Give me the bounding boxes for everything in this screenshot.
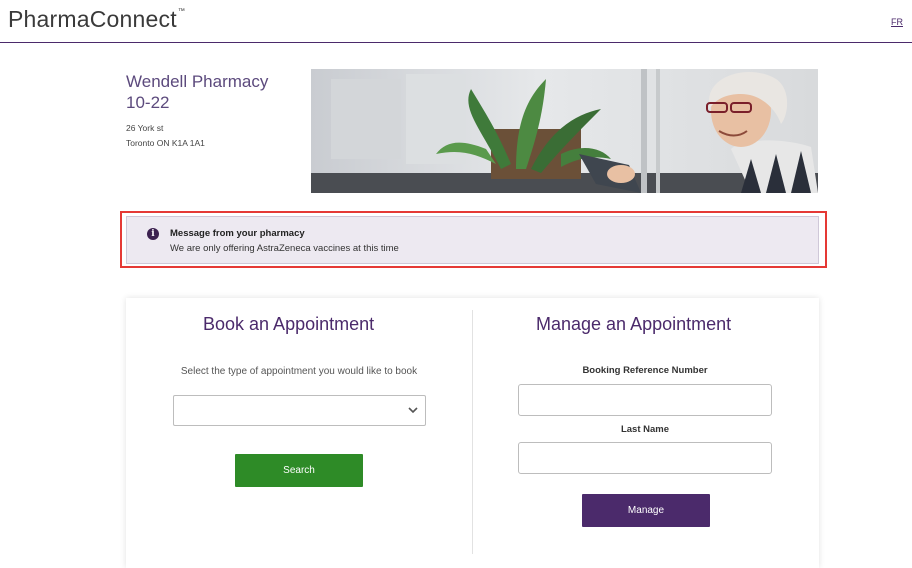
manage-button[interactable]: Manage xyxy=(582,494,710,527)
pharmacy-message-banner: i Message from your pharmacy We are only… xyxy=(126,216,819,264)
trademark-mark: ™ xyxy=(177,8,186,15)
booking-reference-input[interactable] xyxy=(518,384,772,416)
pharmacy-address-street: 26 York st xyxy=(126,123,164,133)
booking-reference-label: Booking Reference Number xyxy=(582,365,708,376)
card-divider xyxy=(472,310,473,554)
top-bar: PharmaConnect™ FR xyxy=(0,0,912,43)
pharmacy-code: 10-22 xyxy=(126,93,170,112)
last-name-input[interactable] xyxy=(518,442,772,474)
book-appointment-title: Book an Appointment xyxy=(203,314,375,334)
pharmacy-name: Wendell Pharmacy xyxy=(126,72,269,91)
appointment-card: Book an Appointment Select the type of a… xyxy=(126,298,819,568)
appointment-type-label: Select the type of appointment you would… xyxy=(180,366,418,377)
chevron-down-icon xyxy=(408,407,418,414)
hero-photo xyxy=(311,69,818,193)
message-title: Message from your pharmacy xyxy=(170,228,305,239)
pharmacy-address-city: Toronto ON K1A 1A1 xyxy=(126,138,205,148)
manage-appointment-title: Manage an Appointment xyxy=(536,314,732,334)
appointment-type-select[interactable] xyxy=(173,395,426,426)
search-button[interactable]: Search xyxy=(235,454,363,487)
info-icon: i xyxy=(147,228,159,240)
last-name-label: Last Name xyxy=(620,424,670,435)
pharmaconnect-logo[interactable]: PharmaConnect™ xyxy=(8,6,185,33)
message-text: We are only offering AstraZeneca vaccine… xyxy=(170,243,399,254)
logo-text: PharmaConnect xyxy=(8,6,177,32)
hero-illustration xyxy=(311,69,818,193)
language-toggle-link[interactable]: FR xyxy=(891,17,903,27)
